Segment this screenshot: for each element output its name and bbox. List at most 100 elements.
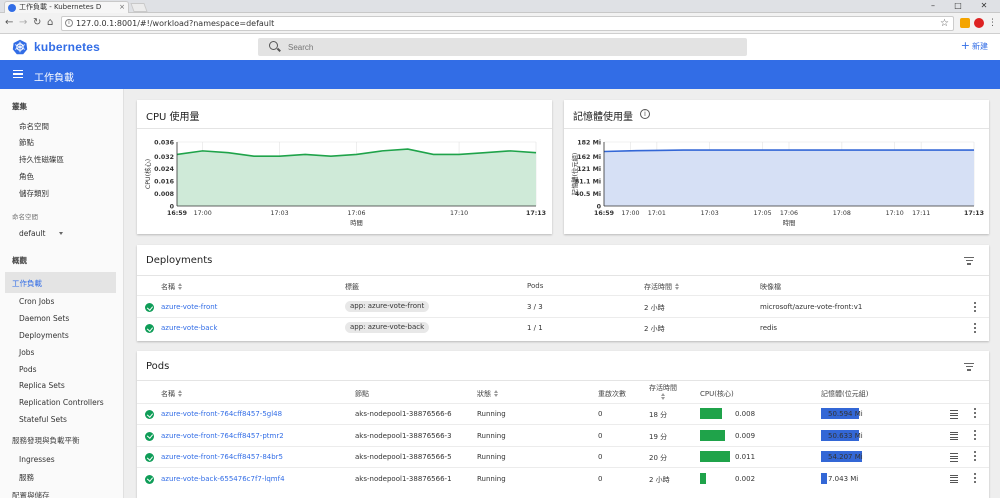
col-header-name-label: 名稱 (161, 390, 175, 398)
deployments-card: Deployments 名稱 標籤 Pods 存活時間 映像檔 azure-vo… (137, 245, 989, 341)
col-header-name[interactable]: 名稱 (161, 282, 183, 292)
close-tab-icon[interactable]: × (119, 2, 125, 13)
search-box[interactable] (258, 38, 747, 56)
logs-icon[interactable] (950, 410, 958, 419)
reload-icon[interactable]: ↻ (33, 17, 41, 29)
sidebar-item-workloads[interactable]: 工作負載 (5, 272, 116, 293)
pod-name-link[interactable]: azure-vote-front-764cff8457-84br5 (161, 453, 283, 461)
maximize-icon[interactable]: □ (948, 0, 968, 12)
col-header-node: 節點 (355, 390, 369, 398)
more-actions-icon[interactable] (974, 472, 977, 484)
logs-icon[interactable] (950, 453, 958, 462)
pod-memory-sparkline (821, 472, 827, 484)
hamburger-menu-icon[interactable] (13, 70, 23, 78)
more-actions-icon[interactable] (974, 302, 977, 313)
sort-icon[interactable] (178, 390, 183, 397)
sidebar-item-persistent-volumes[interactable]: 持久性磁碟區 (19, 154, 64, 165)
col-header-age[interactable]: 存活時間 (649, 384, 677, 402)
pod-cpu-sparkline (700, 429, 725, 441)
app-header: kubernetes +新建 (0, 34, 1000, 60)
more-actions-icon[interactable] (974, 429, 977, 441)
pod-memory-value: 50.633 Mi (828, 431, 863, 440)
sidebar-item-replica-sets[interactable]: Replica Sets (19, 381, 65, 390)
sidebar-item-namespaces[interactable]: 命名空間 (19, 121, 49, 132)
col-header-age[interactable]: 存活時間 (644, 282, 680, 292)
site-info-icon[interactable]: i (65, 19, 73, 27)
pod-restarts: 0 (598, 453, 603, 461)
minimize-icon[interactable]: – (923, 0, 943, 12)
namespace-select[interactable]: default (19, 229, 64, 238)
logs-icon[interactable] (950, 431, 958, 440)
more-actions-icon[interactable] (974, 323, 977, 334)
sidebar-item-overview[interactable]: 概觀 (12, 255, 27, 266)
pod-cpu-value: 0.002 (735, 474, 756, 483)
y-tick-label: 0.008 (154, 191, 174, 198)
menu-icon[interactable]: ⋮ (988, 17, 997, 29)
back-icon[interactable]: ← (5, 17, 13, 29)
search-input[interactable] (288, 41, 708, 53)
row-divider (137, 445, 989, 447)
opera-icon[interactable] (974, 18, 984, 28)
sidebar-item-pods[interactable]: Pods (19, 365, 37, 374)
sidebar-heading-cluster[interactable]: 叢集 (12, 101, 27, 112)
col-header-status[interactable]: 狀態 (477, 389, 499, 399)
deployment-age: 2 小時 (644, 304, 665, 312)
pod-name-link[interactable]: azure-vote-back-655476c7f7-lqmf4 (161, 475, 285, 483)
more-actions-icon[interactable] (974, 408, 977, 419)
search-icon (269, 41, 278, 50)
new-tab-button[interactable] (130, 3, 148, 12)
card-divider (137, 275, 989, 276)
kubernetes-favicon-icon (8, 4, 16, 12)
more-actions-icon[interactable] (974, 451, 977, 462)
sidebar-item-deployments[interactable]: Deployments (19, 331, 69, 340)
sort-icon[interactable] (178, 283, 183, 290)
deployment-name-link[interactable]: azure-vote-front (161, 303, 217, 311)
cpu-usage-card: CPU 使用量 0 0.008 0.016 0.024 0.032 0.036 16:59 1… (137, 100, 552, 234)
sort-icon[interactable] (675, 283, 680, 290)
col-header-restarts: 重啟次數 (598, 390, 626, 398)
sidebar-item-nodes[interactable]: 節點 (19, 137, 34, 148)
row-divider (137, 424, 989, 425)
star-icon[interactable]: ☆ (940, 17, 949, 30)
sort-icon[interactable] (661, 393, 666, 400)
status-ok-icon (145, 474, 154, 484)
x-axis-title: 時間 (350, 219, 363, 227)
kubernetes-logo-icon[interactable] (12, 39, 28, 55)
sidebar-item-services[interactable]: 服務 (19, 472, 34, 483)
browser-tab[interactable]: 工作負載 - Kubernetes D × (4, 1, 129, 13)
pod-name-link[interactable]: azure-vote-front-764cff8457-5gl48 (161, 410, 282, 418)
forward-icon[interactable]: → (19, 17, 27, 29)
address-bar[interactable]: i 127.0.0.1:8001/#!/workload?namespace=d… (61, 16, 954, 31)
deployment-name-link[interactable]: azure-vote-back (161, 324, 217, 332)
close-window-icon[interactable]: ✕ (974, 0, 994, 12)
deployment-pods: 1 / 1 (527, 324, 543, 332)
sidebar-item-roles[interactable]: 角色 (19, 171, 34, 182)
extension-icon[interactable] (960, 18, 970, 28)
create-new-button[interactable]: + 新建 (961, 40, 988, 52)
pod-node: aks-nodepool1-38876566-1 (355, 474, 452, 483)
brand-name[interactable]: kubernetes (34, 40, 100, 54)
logs-icon[interactable] (950, 474, 958, 483)
sidebar-item-cron-jobs[interactable]: Cron Jobs (19, 297, 54, 306)
filter-icon[interactable] (964, 363, 974, 371)
sort-icon[interactable] (494, 390, 499, 397)
deployments-title: Deployments (146, 255, 213, 266)
home-icon[interactable]: ⌂ (47, 17, 53, 29)
x-tick-label: 16:59 (167, 210, 187, 217)
sidebar-heading-discovery[interactable]: 服務發現與負載平衡 (12, 435, 80, 446)
sidebar-item-stateful-sets[interactable]: Stateful Sets (19, 415, 67, 424)
pod-cpu-sparkline (700, 472, 706, 484)
sidebar-item-daemon-sets[interactable]: Daemon Sets (19, 314, 69, 323)
sidebar-item-storage-classes[interactable]: 儲存類別 (19, 188, 49, 199)
sidebar-item-ingresses[interactable]: Ingresses (19, 455, 55, 464)
filter-icon[interactable] (964, 257, 974, 265)
col-header-name[interactable]: 名稱 (161, 389, 183, 399)
sidebar-item-jobs[interactable]: Jobs (19, 348, 34, 357)
browser-tab-title: 工作負載 - Kubernetes D (19, 3, 102, 11)
sidebar-heading-config-storage[interactable]: 配置與儲存 (12, 490, 50, 498)
col-header-pods: Pods (527, 282, 544, 290)
info-icon[interactable]: i (640, 109, 650, 119)
pod-name-link[interactable]: azure-vote-front-764cff8457-ptmr2 (161, 432, 284, 440)
page-title-bar: 工作負載 (0, 60, 1000, 89)
sidebar-item-replication-controllers[interactable]: Replication Controllers (19, 398, 104, 407)
